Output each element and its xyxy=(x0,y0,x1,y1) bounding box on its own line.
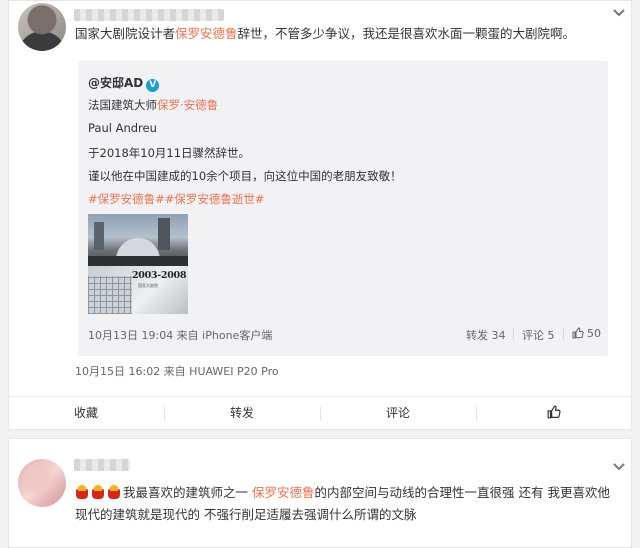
favorite-button[interactable]: 收藏 xyxy=(8,397,164,430)
divider xyxy=(513,328,514,340)
repost-button[interactable]: 转发 xyxy=(164,397,320,430)
chevron-down-icon[interactable] xyxy=(612,462,626,472)
quote-line-3: 于2018年10月11日骤然辞世。 xyxy=(88,146,251,160)
quoted-author[interactable]: @安邸AD V xyxy=(88,74,160,92)
quote-image-poster[interactable]: 2003-2008 国家大剧院 xyxy=(88,266,188,314)
divider xyxy=(563,328,564,340)
chevron-down-icon[interactable] xyxy=(612,8,626,18)
divider xyxy=(476,407,477,421)
post-text-post: 辞世，不管多少争议，我还是很喜欢水面一颗蛋的大剧院啊。 xyxy=(237,26,576,41)
emoji-icon xyxy=(91,485,105,499)
thumbs-up-icon xyxy=(547,405,561,419)
verified-badge-icon: V xyxy=(146,79,160,92)
divider xyxy=(320,407,321,421)
comment-button[interactable]: 评论 xyxy=(320,397,476,430)
quoted-author-name[interactable]: @安邸AD xyxy=(88,76,143,90)
thumbs-up-icon xyxy=(572,327,584,342)
quote-like-button[interactable]: 50 xyxy=(572,327,601,342)
like-button[interactable] xyxy=(476,397,632,430)
quote-repost-count[interactable]: 转发 34 xyxy=(466,327,506,343)
quote-line-1-pre: 法国建筑大师 xyxy=(88,98,157,112)
quote-line-2: Paul Andreu xyxy=(88,121,157,135)
poster-caption: 国家大剧院 xyxy=(138,283,158,288)
post-meta[interactable]: 10月15日 16:02 来自 HUAWEI P20 Pro xyxy=(75,363,279,379)
quote-like-count: 50 xyxy=(587,327,601,340)
quote-line-4: 谨以他在中国建成的10余个项目，向这位中国的老朋友致敬！ xyxy=(88,169,402,183)
emoji-icon xyxy=(75,485,89,499)
quote-name-link[interactable]: 保罗·安德鲁 xyxy=(157,98,218,112)
username-blurred[interactable] xyxy=(74,459,130,471)
avatar[interactable] xyxy=(18,459,66,507)
quote-comment-count[interactable]: 评论 5 xyxy=(522,327,555,343)
post-action-bar: 收藏 转发 评论 xyxy=(8,396,632,430)
hashtag-links[interactable]: #保罗安德鲁##保罗安德鲁逝世# xyxy=(88,191,265,207)
quote-line-1: 法国建筑大师保罗·安德鲁 xyxy=(88,97,218,113)
quote-meta[interactable]: 10月13日 19:04 来自 iPhone客户端 xyxy=(88,327,272,343)
name-link[interactable]: 保罗安德鲁 xyxy=(252,485,315,500)
emoji-icon xyxy=(107,485,121,499)
avatar[interactable] xyxy=(18,3,66,51)
name-link[interactable]: 保罗安德鲁 xyxy=(175,26,238,41)
post-text-pre: 国家大剧院设计者 xyxy=(75,26,176,41)
comment-text: 我最喜欢的建筑师之一 保罗安德鲁的内部空间与动线的合理性一直很强 还有 我更喜欢… xyxy=(75,482,614,526)
comment-text-pre: 我最喜欢的建筑师之一 xyxy=(123,485,252,500)
divider xyxy=(164,407,165,421)
poster-year: 2003-2008 xyxy=(132,270,187,281)
post-text: 国家大剧院设计者保罗安德鲁辞世，不管多少争议，我还是很喜欢水面一颗蛋的大剧院啊。 xyxy=(75,24,614,44)
username-blurred[interactable] xyxy=(74,9,224,21)
quote-image-photo[interactable] xyxy=(88,214,188,266)
